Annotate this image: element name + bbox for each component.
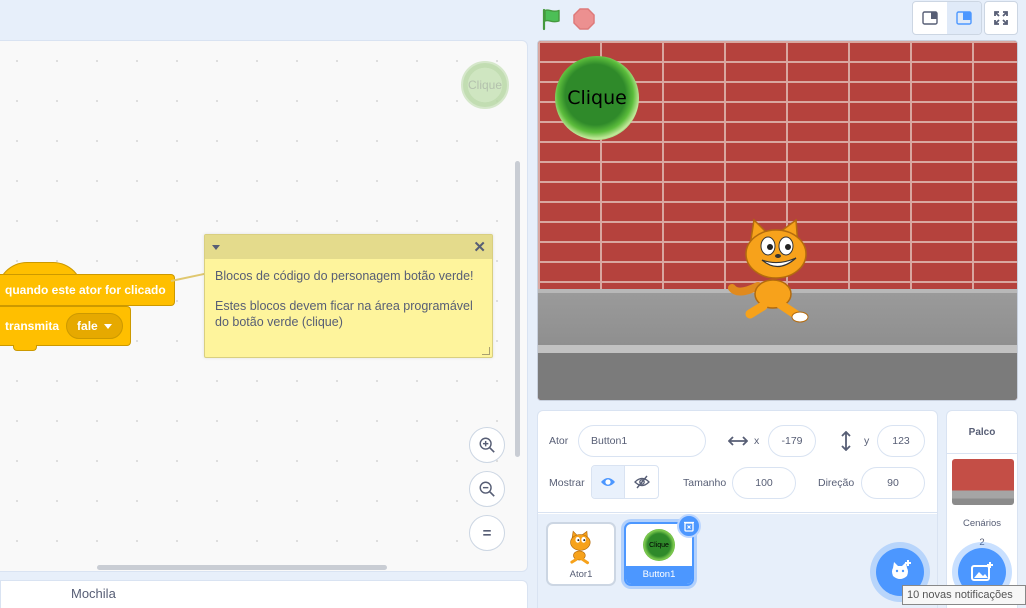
- comment-text[interactable]: Blocos de código do personagem botão ver…: [205, 259, 492, 339]
- stage-thumbnail: [952, 459, 1014, 505]
- sprite-info: Ator Button1 x -179 y 123 Mostrar Tamanh…: [538, 411, 937, 513]
- stage-sprite-button[interactable]: Clique: [555, 56, 639, 140]
- notification-tooltip: 10 novas notificações: [902, 585, 1026, 605]
- backpack-label: Mochila: [71, 586, 116, 601]
- fullscreen-button[interactable]: [984, 1, 1018, 35]
- backdrops-label: Cenários: [962, 518, 1002, 529]
- small-stage-button[interactable]: [913, 2, 947, 34]
- sprite-tile-ator1[interactable]: Ator1: [546, 522, 616, 586]
- vertical-arrows-icon: [841, 431, 851, 451]
- sprite-name-input[interactable]: Button1: [578, 425, 706, 457]
- delete-sprite-button[interactable]: [677, 514, 701, 538]
- zoom-in-icon: [479, 437, 495, 453]
- green-flag-icon[interactable]: [540, 7, 564, 31]
- resize-handle-icon[interactable]: [482, 347, 490, 355]
- eye-slash-icon: [633, 475, 650, 489]
- zoom-in-button[interactable]: [469, 427, 505, 463]
- direction-label: Direção: [818, 477, 855, 489]
- direction-input[interactable]: 90: [861, 467, 925, 499]
- button-thumbnail-label: Clique: [649, 541, 669, 549]
- trash-icon: [684, 521, 694, 532]
- stage-size-toggle[interactable]: [912, 1, 982, 35]
- when-sprite-clicked-block[interactable]: quando este ator for clicado: [0, 262, 175, 306]
- zoom-reset-label: =: [482, 524, 492, 542]
- show-label: Mostrar: [549, 477, 585, 489]
- cat-sprite-icon[interactable]: [728, 216, 828, 326]
- eye-icon: [601, 478, 615, 486]
- backdrops-count: 2: [979, 537, 985, 548]
- code-area[interactable]: Clique quando este ator for clicado tran…: [0, 40, 528, 572]
- horizontal-arrows-icon: [728, 436, 748, 446]
- comment-header[interactable]: ✕: [205, 235, 492, 259]
- sprite-watermark-label: Clique: [467, 78, 503, 92]
- broadcast-label: transmita: [5, 319, 60, 333]
- cat-plus-icon: [892, 560, 911, 579]
- code-comment[interactable]: ✕ Blocos de código do personagem botão v…: [204, 234, 493, 358]
- close-icon[interactable]: ✕: [473, 240, 486, 255]
- button-thumbnail-icon: Clique: [643, 529, 675, 561]
- size-input[interactable]: 100: [732, 467, 796, 499]
- hide-button[interactable]: [625, 466, 658, 498]
- backpack[interactable]: Mochila: [0, 580, 528, 608]
- fullscreen-icon: [994, 11, 1008, 25]
- stop-icon[interactable]: [573, 8, 595, 30]
- small-stage-icon: [922, 11, 938, 25]
- horizontal-scrollbar[interactable]: [97, 565, 387, 570]
- zoom-out-button[interactable]: [469, 471, 505, 507]
- stage[interactable]: Clique: [537, 40, 1018, 401]
- x-label: x: [754, 435, 760, 447]
- sprite-name-label: Ator: [549, 435, 569, 447]
- comment-line-2: Estes blocos devem ficar na área program…: [215, 299, 473, 329]
- x-input[interactable]: -179: [768, 425, 816, 457]
- zoom-reset-button[interactable]: =: [469, 515, 505, 551]
- broadcast-value: fale: [77, 319, 98, 333]
- sprite-list: Ator1 Clique Button1: [538, 514, 937, 608]
- size-label: Tamanho: [683, 477, 727, 489]
- cat-thumbnail-icon: [570, 530, 591, 565]
- sprite-tile-name: Ator1: [569, 569, 593, 580]
- hat-block-label: quando este ator for clicado: [0, 274, 175, 306]
- road: [538, 353, 1017, 400]
- collapse-icon[interactable]: [212, 244, 220, 250]
- sprite-tile-name: Button1: [626, 566, 692, 584]
- show-button[interactable]: [592, 466, 626, 498]
- comment-line-1: Blocos de código do personagem botão ver…: [215, 269, 474, 283]
- broadcast-dropdown[interactable]: fale: [66, 313, 123, 339]
- visibility-toggle[interactable]: [591, 465, 659, 499]
- y-label: y: [864, 435, 870, 447]
- chevron-down-icon: [103, 323, 112, 329]
- curb: [538, 345, 1017, 353]
- image-plus-icon: [971, 562, 993, 581]
- comment-connector: [170, 272, 205, 282]
- vertical-scrollbar[interactable]: [515, 161, 520, 457]
- normal-stage-icon: [956, 11, 972, 25]
- broadcast-block[interactable]: transmita fale: [0, 306, 131, 351]
- stage-button-label: Clique: [567, 87, 627, 109]
- zoom-out-icon: [479, 481, 495, 497]
- y-input[interactable]: 123: [877, 425, 925, 457]
- sprite-watermark: Clique: [461, 61, 509, 109]
- stage-selector-title: Palco: [968, 427, 996, 438]
- normal-stage-button[interactable]: [947, 2, 981, 34]
